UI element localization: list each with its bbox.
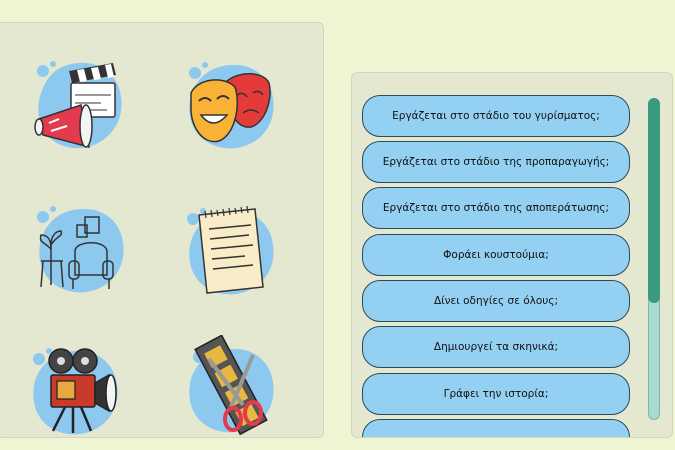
film-strip-scissors-icon[interactable]: [179, 335, 283, 439]
script-notepad-icon[interactable]: [179, 199, 283, 303]
scrollbar-thumb[interactable]: [648, 98, 660, 303]
scrollbar-track[interactable]: [648, 98, 660, 420]
question-button[interactable]: Φοράει κουστούμια;: [362, 234, 630, 276]
armchair-set-icon[interactable]: [29, 199, 133, 303]
question-button[interactable]: Εργάζεται στο στάδιο του γυρίσματος;: [362, 95, 630, 137]
question-button[interactable]: Δημιουργεί τα σκηνικά;: [362, 326, 630, 368]
theater-masks-icon[interactable]: [179, 53, 283, 157]
movie-projector-icon[interactable]: [23, 339, 127, 443]
questions-panel: Εργάζεται στο στάδιο του γυρίσματος; Εργ…: [351, 72, 673, 438]
question-button[interactable]: Γράφει την ιστορία;: [362, 373, 630, 415]
question-button[interactable]: Εργάζεται στο στάδιο της αποπεράτωσης;: [362, 187, 630, 229]
icon-panel: [0, 22, 324, 438]
film-clapper-megaphone-icon[interactable]: [29, 53, 133, 157]
question-button[interactable]: [362, 419, 630, 437]
question-button[interactable]: Δίνει οδηγίες σε όλους;: [362, 280, 630, 322]
question-button[interactable]: Εργάζεται στο στάδιο της προπαραγωγής;: [362, 141, 630, 183]
